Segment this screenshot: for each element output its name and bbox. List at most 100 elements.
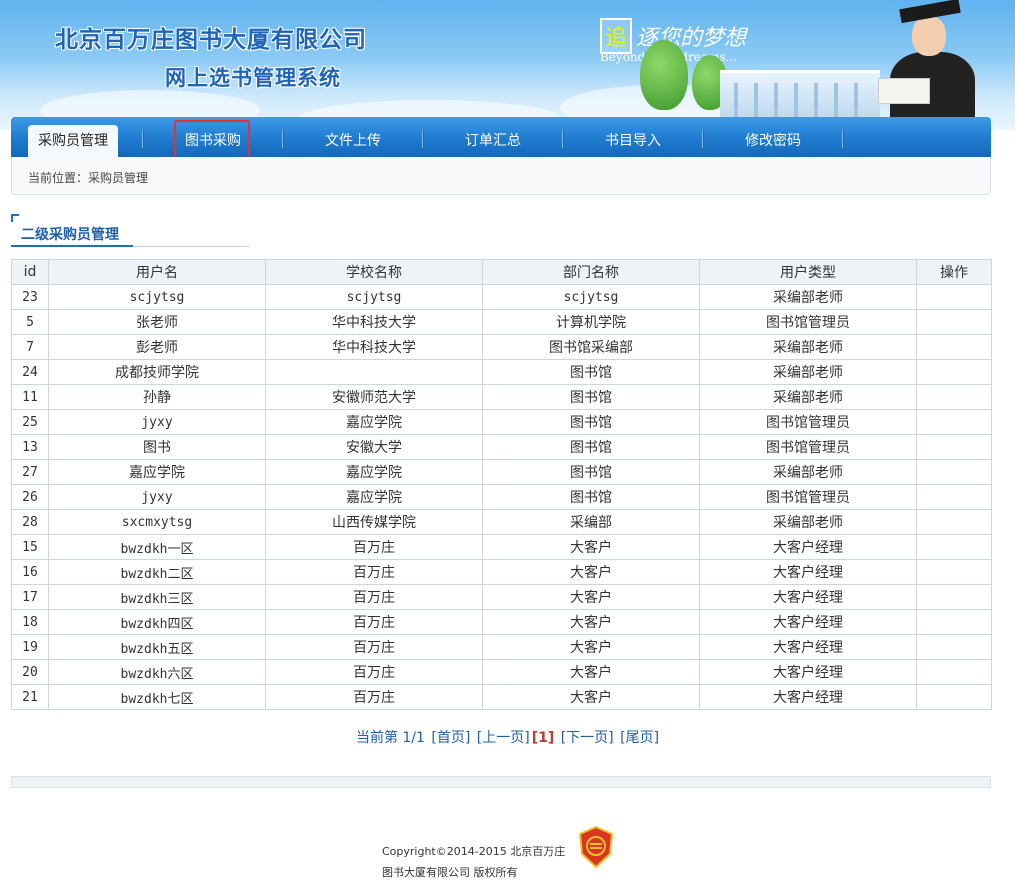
tree-decoration [640, 40, 688, 110]
table-row: 28 sxcmxytsg 山西传媒学院 采编部 采编部老师 [11, 509, 992, 535]
company-seal-icon [578, 826, 614, 868]
cell-username: scjytsg [48, 284, 266, 310]
last-page-link[interactable]: [尾页] [620, 730, 659, 746]
cell-user-type: 大客户经理 [699, 584, 917, 610]
cell-id: 20 [11, 659, 49, 685]
cell-actions [916, 434, 992, 460]
cell-user-type: 采编部老师 [699, 334, 917, 360]
cell-department: 图书馆 [482, 359, 700, 385]
graduate-illustration [870, 0, 980, 122]
table-row: 26 jyxy 嘉应学院 图书馆 图书馆管理员 [11, 484, 992, 510]
section-corner-mark [11, 214, 19, 222]
cell-id: 15 [11, 534, 49, 560]
section-title: 二级采购员管理 [21, 227, 119, 243]
table-header-row: id 用户名 学校名称 部门名称 用户类型 操作 [11, 259, 992, 285]
cell-school: 安徽师范大学 [265, 384, 483, 410]
purchaser-table: id 用户名 学校名称 部门名称 用户类型 操作 23 scjytsg scjyts… [11, 259, 992, 710]
table-row: 7 彭老师 华中科技大学 图书馆采编部 采编部老师 [11, 334, 992, 360]
cell-department: 大客户 [482, 559, 700, 585]
table-row: 13 图书 安徽大学 图书馆 图书馆管理员 [11, 434, 992, 460]
cell-user-type: 图书馆管理员 [699, 434, 917, 460]
cell-school: 嘉应学院 [265, 484, 483, 510]
cell-school: 百万庄 [265, 659, 483, 685]
table-row: 15 bwzdkh一区 百万庄 大客户 大客户经理 [11, 534, 992, 560]
cell-id: 11 [11, 384, 49, 410]
header-school: 学校名称 [265, 259, 483, 285]
cell-username: sxcmxytsg [48, 509, 266, 535]
cell-user-type: 采编部老师 [699, 509, 917, 535]
table-row: 25 jyxy 嘉应学院 图书馆 图书馆管理员 [11, 409, 992, 435]
copyright-line-2: 图书大厦有限公司 版权所有 [382, 866, 518, 879]
cell-department: 计算机学院 [482, 309, 700, 335]
cell-username: jyxy [48, 484, 266, 510]
cell-username: 图书 [48, 434, 266, 460]
cell-username: jyxy [48, 409, 266, 435]
prev-page-link[interactable]: [上一页] [477, 730, 530, 746]
cell-school: 华中科技大学 [265, 309, 483, 335]
cell-actions [916, 659, 992, 685]
cell-school: 百万庄 [265, 609, 483, 635]
cell-department: 图书馆 [482, 384, 700, 410]
cell-user-type: 大客户经理 [699, 684, 917, 710]
tab-change-password[interactable]: 修改密码 [731, 126, 815, 157]
cell-username: bwzdkh三区 [48, 584, 266, 610]
tab-purchaser-management[interactable]: 采购员管理 [28, 125, 118, 157]
cell-user-type: 采编部老师 [699, 284, 917, 310]
cell-user-type: 图书馆管理员 [699, 484, 917, 510]
cell-department: 图书馆 [482, 484, 700, 510]
cell-user-type: 采编部老师 [699, 384, 917, 410]
cell-id: 28 [11, 509, 49, 535]
tab-file-upload[interactable]: 文件上传 [311, 126, 395, 157]
cell-school: 百万庄 [265, 634, 483, 660]
first-page-link[interactable]: [首页] [431, 730, 470, 746]
table-row: 17 bwzdkh三区 百万庄 大客户 大客户经理 [11, 584, 992, 610]
cell-school: 百万庄 [265, 684, 483, 710]
tab-order-summary[interactable]: 订单汇总 [451, 126, 535, 157]
cell-id: 5 [11, 309, 49, 335]
slogan-box-char: 追 [600, 18, 633, 54]
cell-actions [916, 409, 992, 435]
cell-school: 华中科技大学 [265, 334, 483, 360]
company-name: 北京百万庄图书大厦有限公司 [55, 27, 367, 53]
cell-actions [916, 309, 992, 335]
cell-id: 19 [11, 634, 49, 660]
copyright-line-1: Copyright©2014-2015 北京百万庄 [382, 845, 566, 858]
cell-school: 百万庄 [265, 559, 483, 585]
cell-department: 大客户 [482, 634, 700, 660]
cell-username: 嘉应学院 [48, 459, 266, 485]
table-row: 16 bwzdkh二区 百万庄 大客户 大客户经理 [11, 559, 992, 585]
cell-department: 采编部 [482, 509, 700, 535]
cell-id: 24 [11, 359, 49, 385]
cell-user-type: 大客户经理 [699, 534, 917, 560]
nav-divider [142, 130, 144, 148]
cell-user-type: 图书馆管理员 [699, 309, 917, 335]
breadcrumb: 当前位置：采购员管理 [28, 171, 149, 185]
cell-actions [916, 684, 992, 710]
cell-id: 17 [11, 584, 49, 610]
cell-actions [916, 334, 992, 360]
cell-department: 图书馆 [482, 409, 700, 435]
cell-user-type: 大客户经理 [699, 609, 917, 635]
cell-username: bwzdkh五区 [48, 634, 266, 660]
nav-divider [422, 130, 424, 148]
cell-id: 26 [11, 484, 49, 510]
cell-username: bwzdkh六区 [48, 659, 266, 685]
header-department: 部门名称 [482, 259, 700, 285]
tab-catalog-import[interactable]: 书目导入 [591, 126, 675, 157]
cell-school: 百万庄 [265, 584, 483, 610]
cell-department: 大客户 [482, 534, 700, 560]
cell-department: 大客户 [482, 659, 700, 685]
system-name: 网上选书管理系统 [165, 66, 341, 90]
page-status: 当前第 1/1 [355, 730, 425, 746]
next-page-link[interactable]: [下一页] [561, 730, 614, 746]
cell-username: bwzdkh七区 [48, 684, 266, 710]
cell-department: 图书馆采编部 [482, 334, 700, 360]
header-username: 用户名 [48, 259, 266, 285]
cell-actions [916, 284, 992, 310]
cell-actions [916, 359, 992, 385]
cell-actions [916, 484, 992, 510]
cell-id: 18 [11, 609, 49, 635]
table-row: 21 bwzdkh七区 百万庄 大客户 大客户经理 [11, 684, 992, 710]
header-user-type: 用户类型 [699, 259, 917, 285]
cell-department: 大客户 [482, 609, 700, 635]
